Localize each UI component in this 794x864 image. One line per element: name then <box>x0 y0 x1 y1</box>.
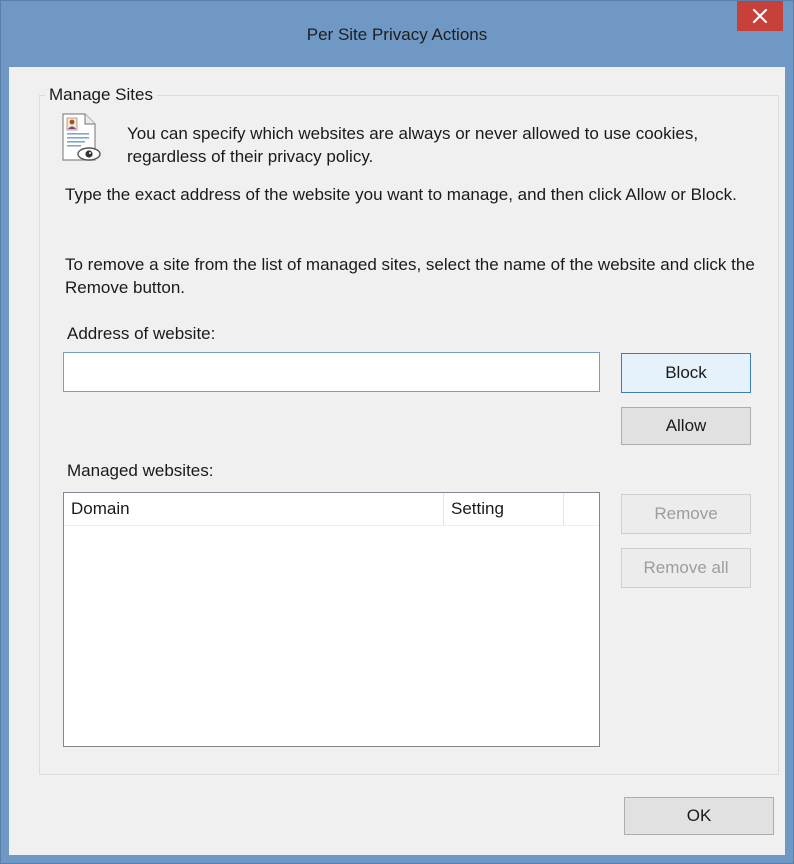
dialog-window: Per Site Privacy Actions Manage Sites Yo… <box>0 0 794 864</box>
column-header-domain[interactable]: Domain <box>64 493 444 525</box>
allow-button[interactable]: Allow <box>621 407 751 445</box>
block-button[interactable]: Block <box>621 353 751 393</box>
close-button[interactable] <box>737 1 783 31</box>
ok-button[interactable]: OK <box>624 797 774 835</box>
address-input[interactable] <box>63 352 600 392</box>
column-header-filler <box>564 493 599 525</box>
instructions-text: Type the exact address of the website yo… <box>65 185 737 204</box>
dialog-client-area: Manage Sites You can specify which websi… <box>9 67 785 855</box>
address-label: Address of website: <box>67 324 216 343</box>
intro-text: You can specify which websites are alway… <box>127 124 699 166</box>
title-bar[interactable]: Per Site Privacy Actions <box>1 1 793 67</box>
manage-sites-legend: Manage Sites <box>45 85 157 105</box>
managed-websites-list[interactable]: Domain Setting <box>63 492 600 747</box>
window-title: Per Site Privacy Actions <box>306 25 488 44</box>
close-icon <box>752 8 768 24</box>
privacy-document-icon <box>59 113 101 163</box>
column-header-setting[interactable]: Setting <box>444 493 564 525</box>
list-header: Domain Setting <box>64 493 599 526</box>
remove-button[interactable]: Remove <box>621 494 751 534</box>
managed-websites-label: Managed websites: <box>67 461 214 480</box>
remove-all-button[interactable]: Remove all <box>621 548 751 588</box>
remove-instructions-text: To remove a site from the list of manage… <box>65 255 755 297</box>
